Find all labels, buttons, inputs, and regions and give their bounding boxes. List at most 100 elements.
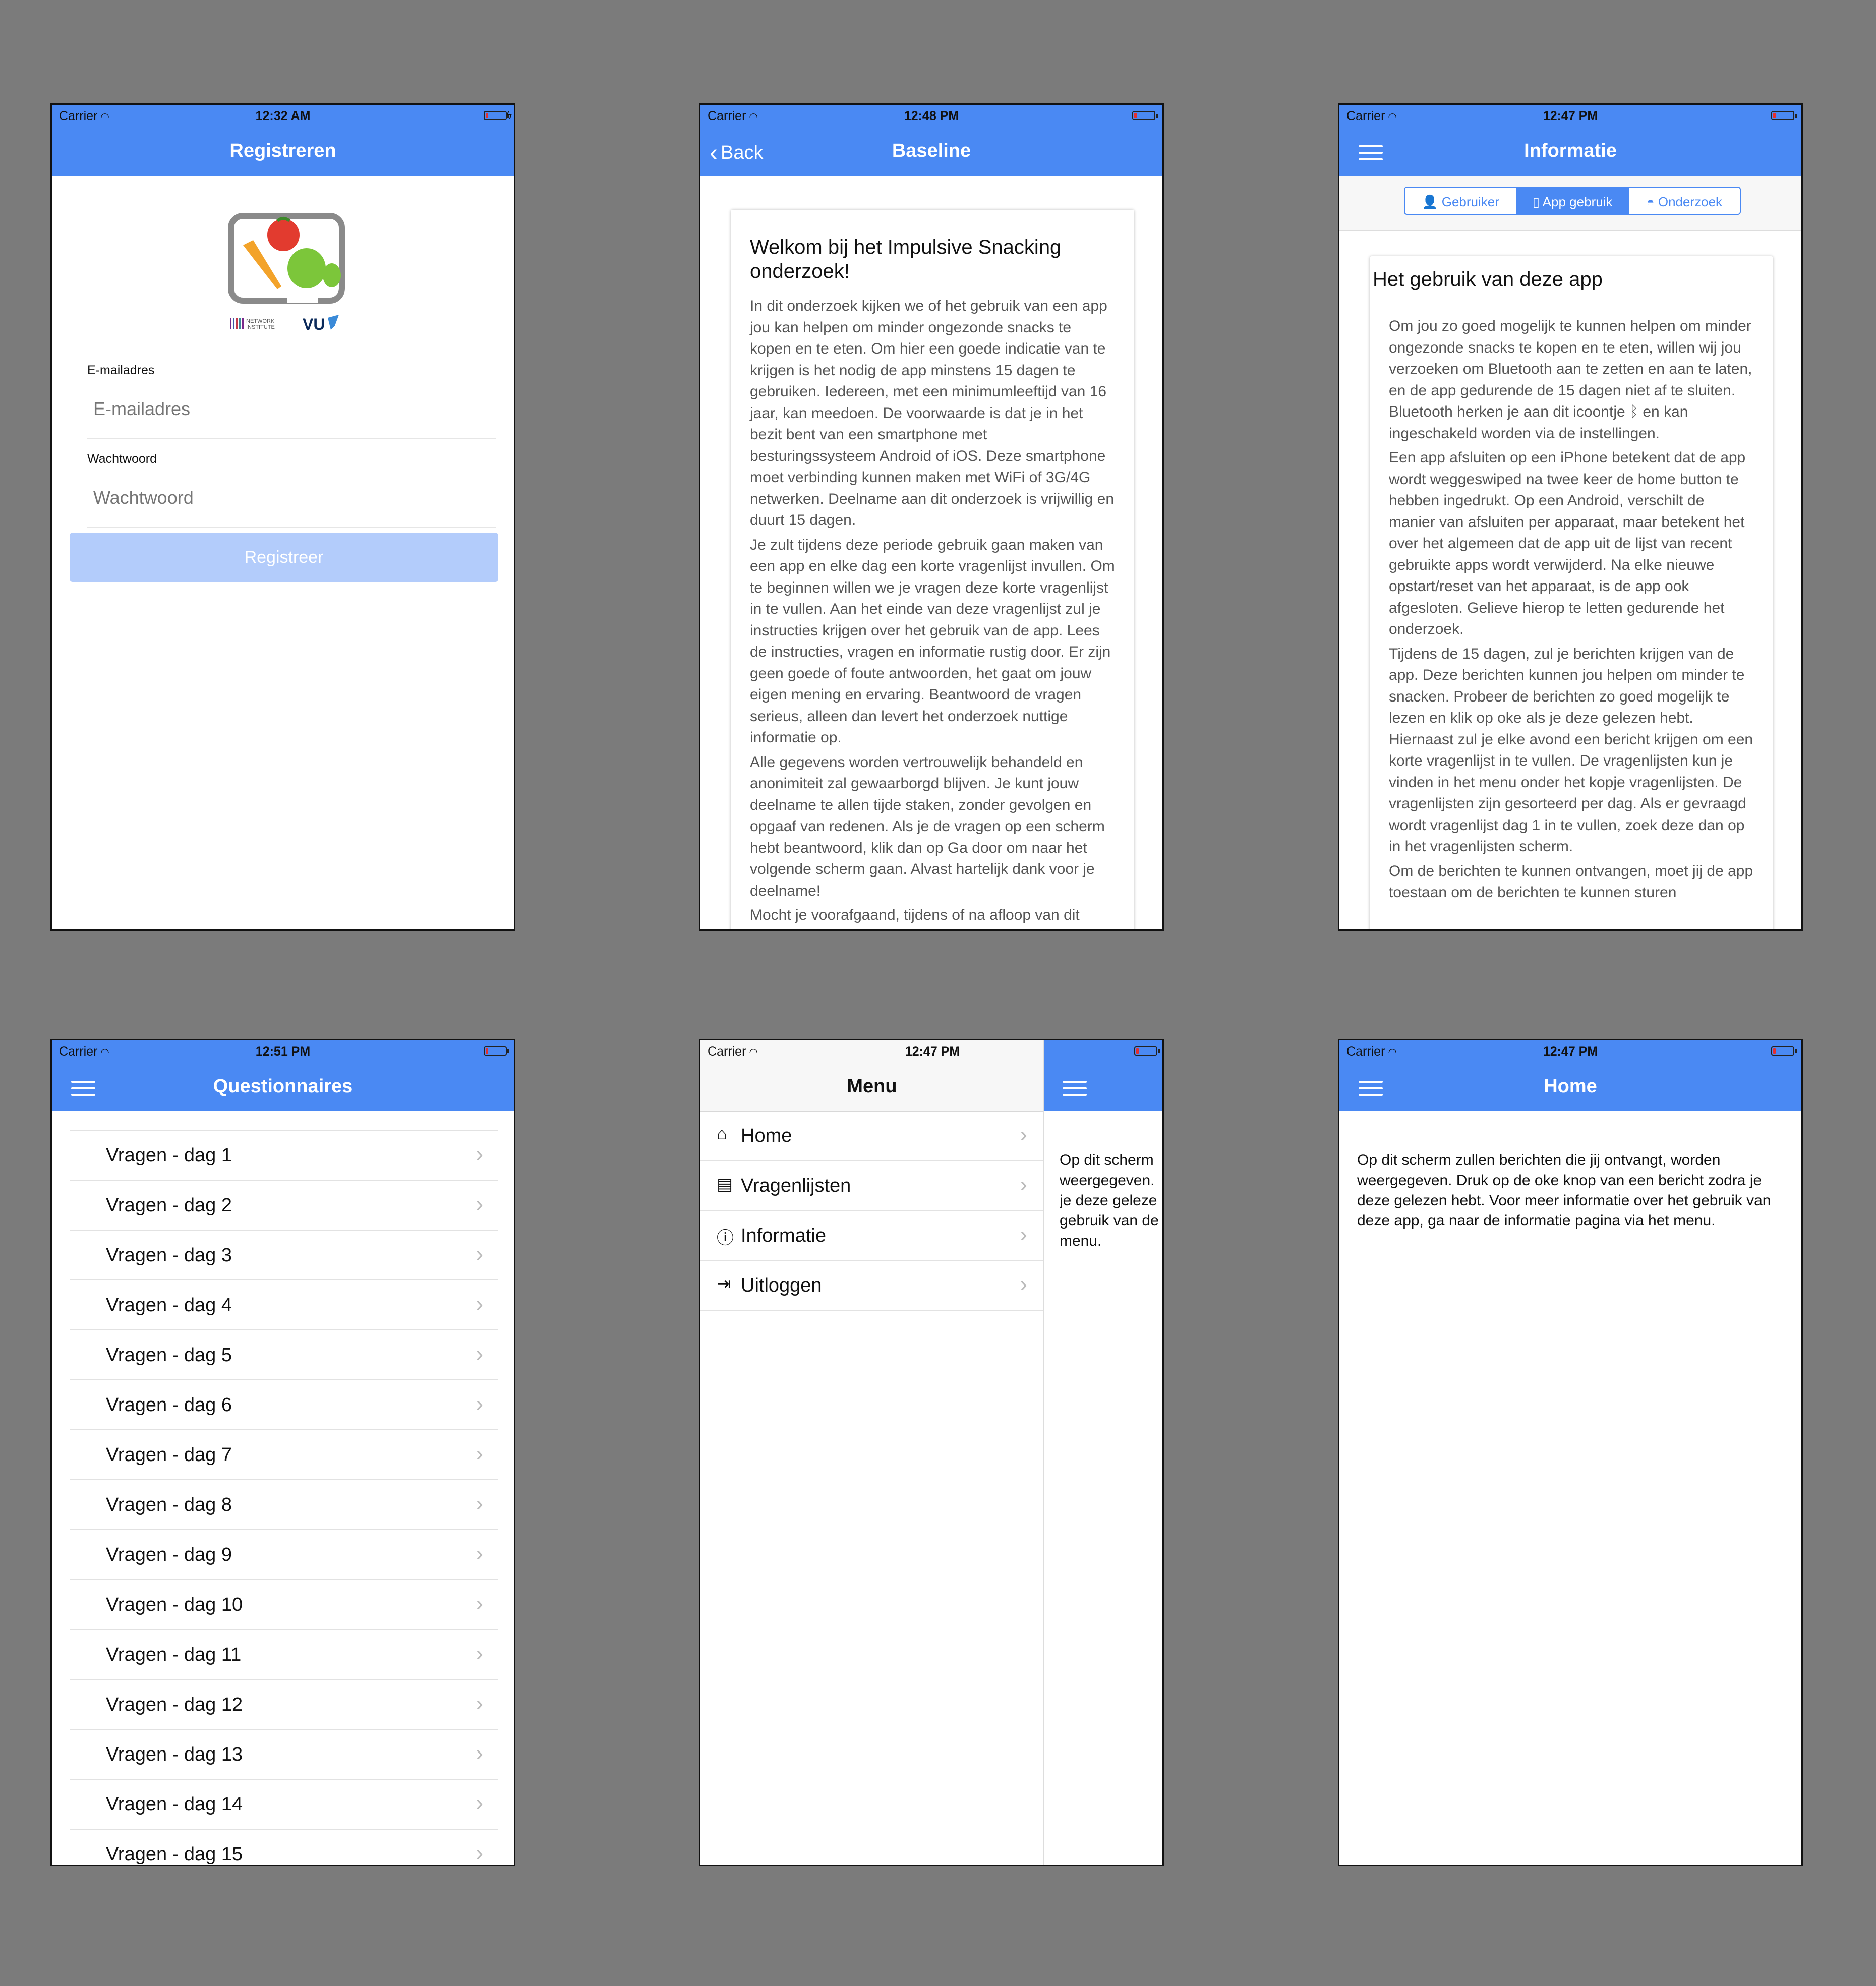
chevron-right-icon: › [476, 1242, 483, 1266]
paragraph: Om jou zo goed mogelijk te kunnen helpen… [1389, 318, 1752, 442]
app-logo: NETWORK INSTITUTE VU [228, 213, 345, 333]
paragraph: Een app afsluiten op een iPhone betekent… [1389, 449, 1746, 637]
menu-title: Menu [847, 1076, 897, 1097]
list-item-label: Vragen - dag 11 [106, 1644, 242, 1665]
list-item-label: Vragen - dag 3 [106, 1245, 232, 1266]
research-icon: ◓ [1646, 194, 1655, 209]
paragraph: Alle gegevens worden vertrouwelijk behan… [750, 753, 1105, 899]
list-item-label: Vragen - dag 2 [106, 1195, 232, 1216]
book-icon: ▤ [717, 1175, 733, 1194]
chevron-right-icon: › [476, 1142, 483, 1166]
home-screen: Carrier ◠ 12:47 PM Home Op dit scherm zul… [1338, 1039, 1803, 1866]
password-label: Wachtwoord [87, 452, 157, 466]
menu-header: Carrier ◠ 12:47 PM Menu [700, 1040, 1043, 1112]
svg-text:VU: VU [303, 315, 325, 333]
chevron-right-icon: › [476, 1391, 483, 1416]
list-item[interactable]: Vragen - dag 7 › [70, 1429, 498, 1479]
list-item-label: Vragen - dag 9 [106, 1544, 232, 1565]
list-item-label: Vragen - dag 14 [106, 1794, 243, 1815]
list-item[interactable]: Vragen - dag 8 › [70, 1479, 498, 1529]
network-institute-logo: NETWORK INSTITUTE [230, 318, 275, 330]
svg-text:INSTITUTE: INSTITUTE [246, 324, 275, 330]
home-icon: ⌂ [717, 1124, 727, 1143]
list-item-label: Vragen - dag 5 [106, 1345, 232, 1366]
battery-icon [484, 1046, 509, 1056]
menu-screen: Op dit scherm weergegeven. je deze gelez… [699, 1039, 1164, 1866]
tab-onderzoek[interactable]: ◓ Onderzoek [1628, 187, 1741, 215]
status-bar: Carrier ◠ 12:51 PM [52, 1040, 514, 1064]
chevron-right-icon: › [476, 1641, 483, 1666]
password-underline [87, 527, 496, 528]
status-time: 12:51 PM [255, 1044, 311, 1059]
list-item-label: Vragen - dag 13 [106, 1744, 243, 1765]
list-item[interactable]: Vragen - dag 12 › [70, 1679, 498, 1729]
battery-icon [1771, 111, 1797, 120]
status-time: 12:32 AM [255, 109, 311, 123]
list-item[interactable]: Vragen - dag 15 › [70, 1829, 498, 1865]
list-item[interactable]: Vragen - dag 11 › [70, 1629, 498, 1679]
chevron-right-icon: › [476, 1292, 483, 1316]
register-screen: Carrier ◠ 12:32 AM ϟ Registreren NETWORK … [50, 103, 515, 931]
list-item[interactable]: Vragen - dag 4 › [70, 1279, 498, 1329]
chevron-right-icon: › [476, 1841, 483, 1865]
list-item[interactable]: Vragen - dag 2 › [70, 1180, 498, 1230]
phone-icon: ▯ [1532, 194, 1540, 209]
status-time: 12:48 PM [904, 109, 959, 123]
chevron-right-icon: › [476, 1591, 483, 1616]
intro-card: Welkom bij het Impulsive Snacking onderz… [731, 210, 1134, 929]
menu-item-home[interactable]: ⌂ Home › [700, 1111, 1043, 1161]
status-bar: Carrier ◠ 12:48 PM [700, 105, 1162, 128]
list-item[interactable]: Vragen - dag 3 › [70, 1230, 498, 1279]
list-item-label: Vragen - dag 15 [106, 1844, 243, 1865]
list-item-label: Vragen - dag 12 [106, 1694, 243, 1715]
questionnaire-list: Vragen - dag 1 › Vragen - dag 2 › Vragen - d… [70, 1130, 498, 1865]
battery-icon [1132, 111, 1158, 120]
list-item[interactable]: Vragen - dag 9 › [70, 1529, 498, 1579]
page-title: Registreren [229, 140, 336, 161]
vu-logo: VU [303, 315, 339, 333]
charging-icon: ϟ [506, 110, 512, 121]
list-item[interactable]: Vragen - dag 5 › [70, 1329, 498, 1379]
menu-icon[interactable] [1063, 1081, 1087, 1096]
list-item-label: Vragen - dag 4 [106, 1295, 232, 1316]
tab-gebruiker[interactable]: 👤 Gebruiker [1404, 187, 1517, 215]
status-bar: Carrier ◠ 12:47 PM [1339, 1040, 1801, 1064]
page-title: Informatie [1524, 140, 1617, 161]
nav-bar: Carrier ◠ 12:47 PM Home [1339, 1040, 1801, 1111]
paragraph: Om de berichten te kunnen ontvangen, moe… [1389, 862, 1753, 901]
list-item[interactable]: Vragen - dag 14 › [70, 1779, 498, 1829]
nav-bar: Carrier ◠ 12:51 PM Questionnaires [52, 1040, 514, 1111]
menu-item-informatie[interactable]: ⓘ Informatie › [700, 1211, 1043, 1261]
tab-app-gebruik[interactable]: ▯ App gebruik [1516, 187, 1629, 215]
side-menu: Carrier ◠ 12:47 PM Menu ⌂ Home › ▤ Vragen… [700, 1040, 1044, 1865]
status-bar: Carrier ◠ 12:47 PM [700, 1040, 1162, 1064]
password-field[interactable] [87, 487, 492, 508]
info-card: Het gebruik van deze app Om jou zo goed … [1370, 256, 1773, 929]
chevron-right-icon: › [476, 1691, 483, 1716]
user-icon: 👤 [1422, 194, 1438, 209]
info-screen: Carrier ◠ 12:47 PM Informatie 👤 Gebruiker… [1338, 103, 1803, 931]
menu-item-vragenlijsten[interactable]: ▤ Vragenlijsten › [700, 1161, 1043, 1211]
list-item-label: Vragen - dag 10 [106, 1594, 243, 1615]
register-button[interactable]: Registreer [70, 533, 498, 582]
baseline-screen: Carrier ◠ 12:48 PM ‹ Back Baseline Welkom … [699, 103, 1164, 931]
questionnaires-screen: Carrier ◠ 12:51 PM Questionnaires Vragen … [50, 1039, 515, 1866]
battery-icon [484, 111, 509, 120]
page-title: Baseline [892, 140, 971, 161]
email-underline [87, 438, 496, 439]
chevron-right-icon: › [476, 1541, 483, 1566]
email-field[interactable] [87, 398, 492, 420]
chevron-right-icon: › [476, 1791, 483, 1816]
list-item[interactable]: Vragen - dag 13 › [70, 1729, 498, 1779]
nav-bar: Carrier ◠ 12:32 AM ϟ Registreren [52, 105, 514, 176]
status-time: 12:47 PM [1543, 109, 1598, 123]
peek-home-text: Op dit scherm weergegeven. je deze gelez… [1060, 1152, 1159, 1249]
chevron-right-icon: › [1020, 1272, 1027, 1297]
chevron-right-icon: › [476, 1441, 483, 1466]
list-item[interactable]: Vragen - dag 6 › [70, 1379, 498, 1429]
list-item-label: Vragen - dag 8 [106, 1494, 232, 1515]
menu-item-uitloggen[interactable]: ⇥ Uitloggen › [700, 1261, 1043, 1311]
email-label: E-mailadres [87, 363, 155, 377]
list-item[interactable]: Vragen - dag 1 › [70, 1130, 498, 1180]
list-item[interactable]: Vragen - dag 10 › [70, 1579, 498, 1629]
